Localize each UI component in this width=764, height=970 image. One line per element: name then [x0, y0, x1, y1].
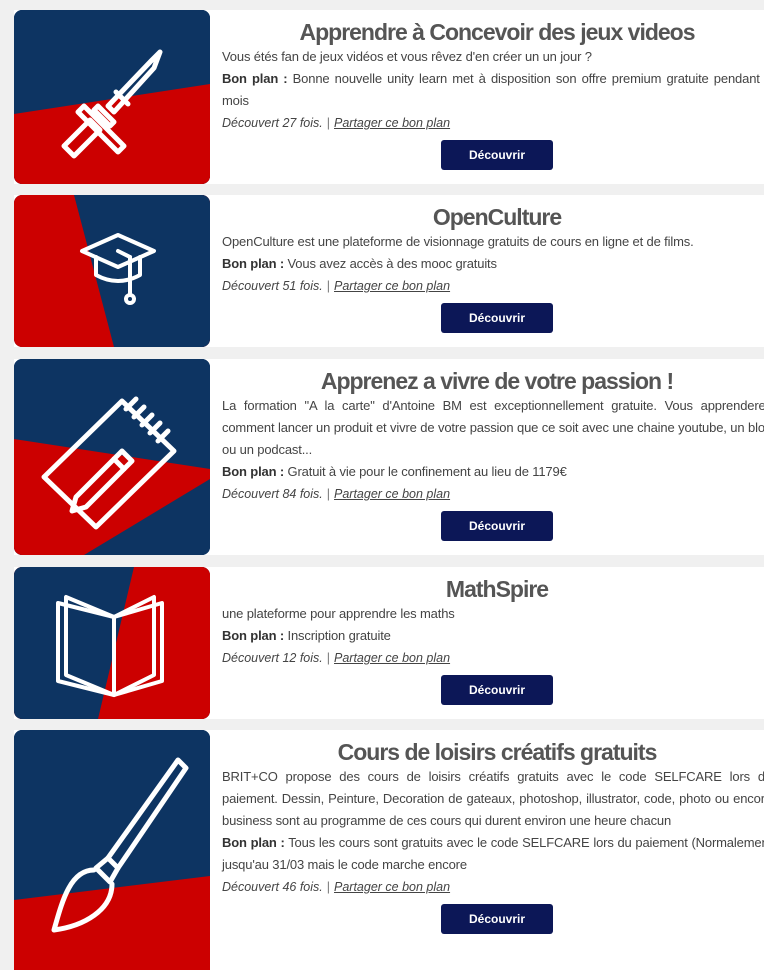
discover-count: Découvert 84 fois.: [222, 487, 323, 501]
card-thumbnail[interactable]: [14, 730, 210, 970]
deal-card: OpenCulture OpenCulture est une platefor…: [14, 195, 764, 347]
card-meta: Découvert 46 fois. | Partager ce bon plan: [222, 876, 764, 898]
card-deal: Bon plan : Gratuit à vie pour le confine…: [222, 461, 764, 483]
card-meta: Découvert 12 fois. | Partager ce bon plan: [222, 647, 764, 669]
card-meta: Découvert 27 fois. | Partager ce bon plan: [222, 112, 764, 134]
deal-label: Bon plan :: [222, 256, 285, 271]
card-deal: Bon plan : Bonne nouvelle unity learn me…: [222, 68, 764, 112]
discover-button[interactable]: Découvrir: [441, 904, 553, 934]
sword-icon: [61, 49, 163, 159]
deal-text: Tous les cours sont gratuits avec le cod…: [222, 835, 764, 872]
card-deal: Bon plan : Inscription gratuite: [222, 625, 764, 647]
card-title: MathSpire: [445, 576, 549, 602]
meta-separator: |: [326, 487, 330, 501]
card-deal: Bon plan : Tous les cours sont gratuits …: [222, 832, 764, 876]
meta-separator: |: [326, 116, 330, 130]
deal-label: Bon plan :: [222, 464, 285, 479]
deal-text: Gratuit à vie pour le confinement au lie…: [284, 464, 567, 479]
meta-separator: |: [326, 279, 330, 293]
meta-separator: |: [326, 880, 330, 894]
deal-card: Apprendre à Concevoir des jeux videos Vo…: [14, 10, 764, 184]
deal-label: Bon plan :: [222, 71, 288, 86]
card-thumbnail[interactable]: [14, 359, 210, 555]
deal-card: Apprenez a vivre de votre passion ! La f…: [14, 359, 764, 555]
card-meta: Découvert 84 fois. | Partager ce bon plan: [222, 483, 764, 505]
share-link[interactable]: Partager ce bon plan: [334, 116, 450, 130]
deal-text: Inscription gratuite: [284, 628, 391, 643]
card-description: BRIT+CO propose des cours de loisirs cré…: [222, 769, 764, 828]
share-link[interactable]: Partager ce bon plan: [334, 279, 450, 293]
card-thumbnail[interactable]: [14, 10, 210, 184]
card-description: OpenCulture est une plateforme de vision…: [222, 234, 694, 249]
deal-text: Bonne nouvelle unity learn met à disposi…: [222, 71, 764, 108]
share-link[interactable]: Partager ce bon plan: [334, 487, 450, 501]
share-link[interactable]: Partager ce bon plan: [334, 880, 450, 894]
deal-label: Bon plan :: [222, 628, 285, 643]
card-thumbnail[interactable]: [14, 195, 210, 347]
share-link[interactable]: Partager ce bon plan: [334, 651, 450, 665]
discover-button[interactable]: Découvrir: [441, 675, 553, 705]
discover-button[interactable]: Découvrir: [441, 303, 553, 333]
paintbrush-icon: [51, 757, 189, 933]
card-meta: Découvert 51 fois. | Partager ce bon plan: [222, 275, 764, 297]
deal-card: Cours de loisirs créatifs gratuits BRIT+…: [14, 730, 764, 970]
open-book-icon: [56, 595, 164, 697]
card-description: une plateforme pour apprendre les maths: [222, 606, 455, 621]
card-deal: Bon plan : Vous avez accès à des mooc gr…: [222, 253, 764, 275]
card-title: Apprenez a vivre de votre passion !: [320, 368, 674, 394]
card-title: OpenCulture: [432, 204, 562, 230]
deal-label: Bon plan :: [222, 835, 285, 850]
deal-text: Vous avez accès à des mooc gratuits: [284, 256, 498, 271]
discover-count: Découvert 46 fois.: [222, 880, 323, 894]
card-title: Apprendre à Concevoir des jeux videos: [299, 19, 695, 45]
card-title: Cours de loisirs créatifs gratuits: [337, 739, 658, 765]
discover-count: Découvert 51 fois.: [222, 279, 323, 293]
notebook-pencil-icon: [41, 396, 177, 530]
meta-separator: |: [326, 651, 330, 665]
discover-button[interactable]: Découvrir: [441, 511, 553, 541]
deal-card: MathSpire une plateforme pour apprendre …: [14, 567, 764, 719]
discover-button[interactable]: Découvrir: [441, 140, 553, 170]
card-description: Vous étés fan de jeux vidéos et vous rêv…: [222, 49, 592, 64]
discover-count: Découvert 12 fois.: [222, 651, 323, 665]
card-description: La formation "A la carte" d'Antoine BM e…: [222, 398, 764, 457]
discover-count: Découvert 27 fois.: [222, 116, 323, 130]
graduation-cap-icon: [80, 233, 156, 305]
card-thumbnail[interactable]: [14, 567, 210, 719]
